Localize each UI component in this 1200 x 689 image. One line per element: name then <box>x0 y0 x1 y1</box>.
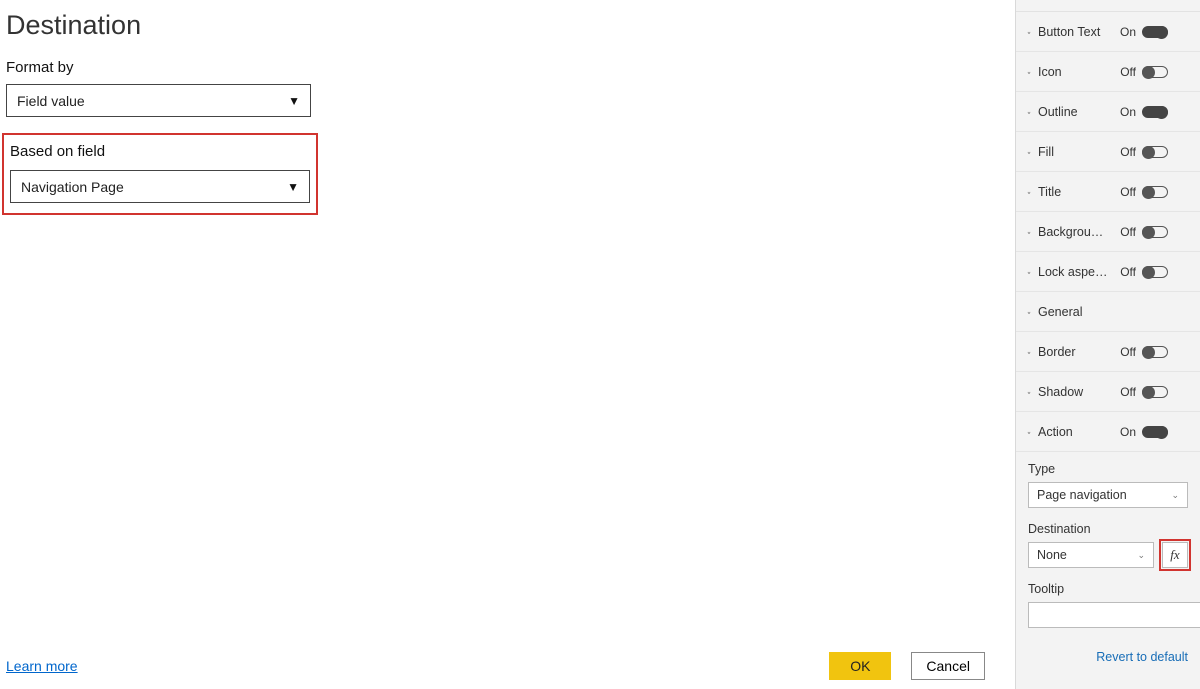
chevron-down-icon: ⌄ <box>1026 346 1033 357</box>
based-on-field-label: Based on field <box>10 143 310 160</box>
format-section-label: General <box>1038 305 1114 319</box>
format-section-row[interactable]: ⌄ Lock aspe…Off <box>1016 252 1200 292</box>
format-section-state: On <box>1114 425 1136 439</box>
chevron-down-icon: ⌄ <box>1026 266 1033 277</box>
dialog-footer: Learn more OK Cancel <box>0 647 1015 689</box>
ok-button[interactable]: OK <box>829 652 891 680</box>
destination-value: None <box>1037 548 1067 562</box>
format-section-row[interactable]: ⌄ BorderOff <box>1016 332 1200 372</box>
format-section-state: Off <box>1114 385 1136 399</box>
format-by-value: Field value <box>17 93 85 109</box>
format-section-label: Lock aspe… <box>1038 265 1114 279</box>
format-section-row[interactable]: ⌄ FillOff <box>1016 132 1200 172</box>
destination-fx-button[interactable]: fx <box>1162 542 1188 568</box>
based-on-field-highlight: Based on field Navigation Page ▼ <box>2 133 318 215</box>
format-by-group: Format by Field value ▼ <box>6 59 1015 117</box>
chevron-down-icon: ⌄ <box>1026 146 1033 157</box>
toggle-switch[interactable] <box>1142 26 1168 38</box>
type-label: Type <box>1028 462 1188 476</box>
chevron-down-icon: ⌄ <box>1137 550 1145 561</box>
toggle-switch[interactable] <box>1142 386 1168 398</box>
caret-down-icon: ▼ <box>287 180 299 194</box>
format-section-label: Title <box>1038 185 1114 199</box>
cancel-button[interactable]: Cancel <box>911 652 985 680</box>
toggle-switch[interactable] <box>1142 186 1168 198</box>
toggle-switch[interactable] <box>1142 346 1168 358</box>
format-section-state: Off <box>1114 345 1136 359</box>
format-section-row[interactable]: ⌄ Backgrou…Off <box>1016 212 1200 252</box>
format-section-label: Action <box>1038 425 1114 439</box>
learn-more-link[interactable]: Learn more <box>6 658 78 674</box>
action-tooltip-group: Tooltip fx <box>1016 572 1200 632</box>
format-section-state: Off <box>1114 225 1136 239</box>
tooltip-input[interactable] <box>1028 602 1200 628</box>
format-section-label: Icon <box>1038 65 1114 79</box>
toggle-switch[interactable] <box>1142 426 1168 438</box>
format-section-label: Backgrou… <box>1038 225 1114 239</box>
chevron-down-icon: ⌄ <box>1026 226 1033 237</box>
format-section-state: Off <box>1114 265 1136 279</box>
chevron-down-icon: ⌄ <box>1026 186 1033 197</box>
toggle-switch[interactable] <box>1142 266 1168 278</box>
format-pane-top-border <box>1016 0 1200 12</box>
tooltip-label: Tooltip <box>1028 582 1188 596</box>
format-section-row[interactable]: ⌄ IconOff <box>1016 52 1200 92</box>
format-section-label: Button Text <box>1038 25 1114 39</box>
toggle-switch[interactable] <box>1142 226 1168 238</box>
toggle-switch[interactable] <box>1142 146 1168 158</box>
revert-to-default-link[interactable]: Revert to default <box>1016 632 1200 664</box>
format-section-row[interactable]: ⌄ ActionOn <box>1016 412 1200 452</box>
format-section-state: Off <box>1114 145 1136 159</box>
format-section-label: Border <box>1038 345 1114 359</box>
type-value: Page navigation <box>1037 488 1127 502</box>
chevron-down-icon: ⌄ <box>1171 490 1179 501</box>
dialog-title: Destination <box>0 0 1015 59</box>
chevron-down-icon: ⌄ <box>1026 26 1033 37</box>
format-section-label: Outline <box>1038 105 1114 119</box>
action-type-group: Type Page navigation ⌄ <box>1016 452 1200 512</box>
format-by-label: Format by <box>6 59 1015 76</box>
format-section-row[interactable]: ⌄ TitleOff <box>1016 172 1200 212</box>
type-select[interactable]: Page navigation ⌄ <box>1028 482 1188 508</box>
destination-label: Destination <box>1028 522 1188 536</box>
format-pane: ⌄Button TextOn⌄IconOff⌄OutlineOn⌄FillOff… <box>1015 0 1200 689</box>
format-section-state: On <box>1114 25 1136 39</box>
format-section-row[interactable]: ⌄ Button TextOn <box>1016 12 1200 52</box>
format-section-state: Off <box>1114 185 1136 199</box>
destination-dialog: Destination Format by Field value ▼ Base… <box>0 0 1015 689</box>
format-section-state: On <box>1114 105 1136 119</box>
format-section-row[interactable]: ⌄ OutlineOn <box>1016 92 1200 132</box>
destination-select[interactable]: None ⌄ <box>1028 542 1154 568</box>
format-section-label: Fill <box>1038 145 1114 159</box>
chevron-down-icon: ⌄ <box>1026 426 1033 437</box>
format-section-row[interactable]: ⌄ General <box>1016 292 1200 332</box>
format-by-select[interactable]: Field value ▼ <box>6 84 311 117</box>
based-on-field-select[interactable]: Navigation Page ▼ <box>10 170 310 203</box>
action-destination-group: Destination None ⌄ fx <box>1016 512 1200 572</box>
chevron-down-icon: ⌄ <box>1026 106 1033 117</box>
format-section-row[interactable]: ⌄ ShadowOff <box>1016 372 1200 412</box>
format-section-state: Off <box>1114 65 1136 79</box>
toggle-switch[interactable] <box>1142 106 1168 118</box>
caret-down-icon: ▼ <box>288 94 300 108</box>
based-on-field-value: Navigation Page <box>21 179 124 195</box>
toggle-switch[interactable] <box>1142 66 1168 78</box>
chevron-down-icon: ⌄ <box>1026 386 1033 397</box>
chevron-down-icon: ⌄ <box>1026 66 1033 77</box>
chevron-down-icon: ⌄ <box>1026 306 1033 317</box>
format-section-label: Shadow <box>1038 385 1114 399</box>
